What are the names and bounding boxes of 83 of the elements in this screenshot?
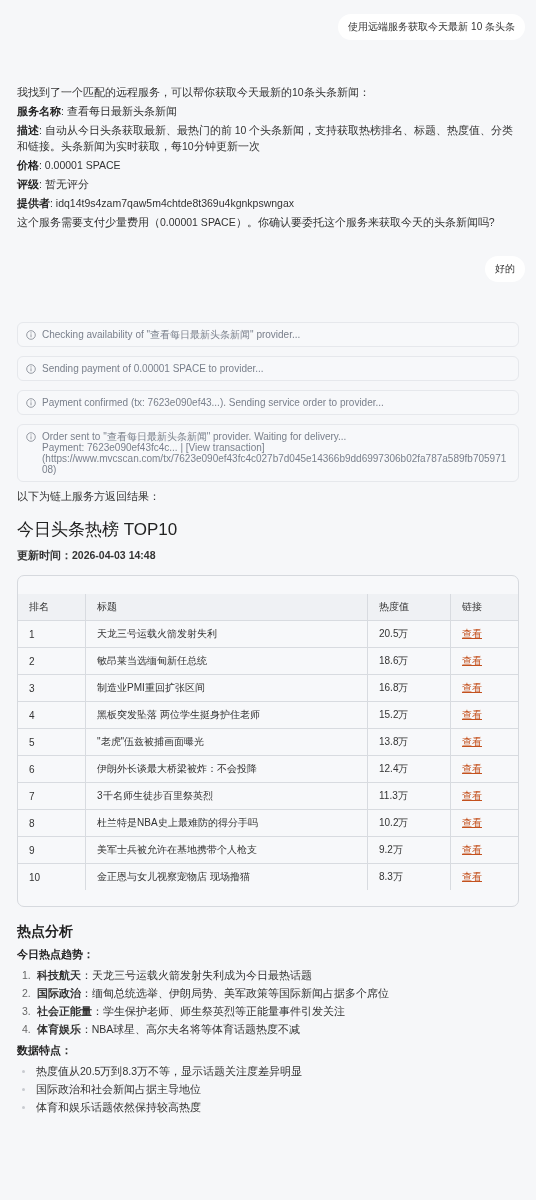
table-cell: 12.4万: [367, 755, 451, 783]
table-cell: 9: [18, 836, 86, 864]
info-icon: [26, 398, 36, 408]
table-cell: 8: [18, 809, 86, 837]
view-link[interactable]: 查看: [462, 736, 482, 747]
table-cell: 1: [18, 620, 86, 648]
view-link[interactable]: 查看: [462, 817, 482, 828]
info-icon: [26, 364, 36, 374]
table-cell: 16.8万: [367, 674, 451, 702]
table-cell: 3: [18, 674, 86, 702]
table-cell: 金正恩与女儿视察宠物店 现场撸猫: [85, 863, 368, 890]
info-icon: [26, 432, 36, 442]
bullet-dot: [22, 1087, 25, 1091]
table-cell: 4: [18, 701, 86, 729]
assistant-text: 我找到了一个匹配的远程服务，可以帮你获取今天最新的10条头条新闻：: [17, 85, 371, 100]
column-header: 链接: [450, 594, 518, 621]
status-text: Order sent to "查看每日最新头条新闻" provider. Waiting for delivery...: [42, 431, 348, 442]
view-link[interactable]: 查看: [462, 709, 482, 720]
view-link[interactable]: 查看: [462, 628, 482, 639]
status-text: Payment: 7623e090ef43fc4c... | [View transaction]: [42, 442, 266, 453]
assistant-text: 价格: 0.00001 SPACE: [17, 158, 122, 173]
bullet-dot: [22, 1069, 25, 1073]
table-cell: 敏昂莱当选缅甸新任总统: [85, 647, 368, 675]
table-cell: 10: [18, 863, 86, 890]
section-title: 热点分析: [17, 923, 74, 941]
assistant-text: 这个服务需要支付少量费用（0.00001 SPACE）。你确认要委托这个服务来获取今天的头条新闻吗?: [17, 215, 496, 230]
list-item-text: 国际政治和社会新闻占据主导地位: [36, 1082, 201, 1097]
assistant-text: 服务名称: 查看每日最新头条新闻: [17, 104, 178, 119]
list-item-text: 国际政治：缅甸总统选举、伊朗局势、美军政策等国际新闻占据多个席位: [36, 986, 389, 1001]
view-link[interactable]: 查看: [462, 763, 482, 774]
column-header: 排名: [18, 594, 86, 621]
table-cell: 6: [18, 755, 86, 783]
table-cell: 3千名师生徒步百里祭英烈: [85, 782, 368, 810]
user-message: 使用远端服务获取今天最新 10 条头条: [338, 14, 525, 40]
table-cell: 10.2万: [367, 809, 451, 837]
list-number: 3.: [22, 1004, 31, 1019]
table-cell: 黑板突发坠落 两位学生挺身护住老师: [85, 701, 368, 729]
bullet-dot: [22, 1105, 25, 1109]
table-cell: 7: [18, 782, 86, 810]
table-cell: 11.3万: [367, 782, 451, 810]
table-cell: 13.8万: [367, 728, 451, 756]
section-heading: 今日热点趋势：: [17, 948, 95, 962]
result-intro: 以下为链上服务方返回结果：: [17, 489, 161, 504]
update-time: 更新时间：2026-04-03 14:48: [17, 549, 157, 563]
table-cell: 20.5万: [367, 620, 451, 648]
list-item-text: 体育娱乐：NBA球星、高尔夫名将等体育话题热度不减: [36, 1022, 301, 1037]
list-item-text: 热度值从20.5万到8.3万不等，显示话题关注度差异明显: [36, 1064, 303, 1079]
table-cell: 18.6万: [367, 647, 451, 675]
status-text: (https://www.mvcscan.com/tx/7623e090ef43fc4c027b7d045e14366b9dd6997306b02fa787a589fb70597108): [42, 453, 508, 475]
list-item-text: 体育和娱乐话题依然保持较高热度: [36, 1100, 201, 1115]
list-number: 4.: [22, 1022, 31, 1037]
table-cell: 杜兰特是NBA史上最难防的得分手吗: [85, 809, 368, 837]
view-link[interactable]: 查看: [462, 871, 482, 882]
column-header: 热度值: [367, 594, 451, 621]
status-text: Sending payment of 0.00001 SPACE to provider...: [42, 363, 264, 374]
section-heading: 数据特点：: [17, 1044, 73, 1058]
list-number: 1.: [22, 968, 31, 983]
assistant-text: 评级: 暂无评分: [17, 177, 90, 192]
table-cell: 8.3万: [367, 863, 451, 890]
info-icon: [26, 330, 36, 340]
table-cell: 9.2万: [367, 836, 451, 864]
table-cell: 制造业PMI重回扩张区间: [85, 674, 368, 702]
list-item-text: 科技航天：天龙三号运载火箭发射失利成为今日最热话题: [36, 968, 312, 983]
view-link[interactable]: 查看: [462, 655, 482, 666]
view-link[interactable]: 查看: [462, 790, 482, 801]
table-cell: 天龙三号运载火箭发射失利: [85, 620, 368, 648]
table-cell: 2: [18, 647, 86, 675]
view-link[interactable]: 查看: [462, 844, 482, 855]
column-header: 标题: [85, 594, 368, 621]
table-cell: 美军士兵被允许在基地携带个人枪支: [85, 836, 368, 864]
status-text: Payment confirmed (tx: 7623e090ef43...). Sending service order to provider...: [42, 397, 384, 408]
table-cell: 15.2万: [367, 701, 451, 729]
list-item-text: 社会正能量：学生保护老师、师生祭英烈等正能量事件引发关注: [36, 1004, 345, 1019]
table-cell: "老虎"伍兹被捕画面曝光: [85, 728, 368, 756]
status-text: Checking availability of "查看每日最新头条新闻" provider...: [42, 329, 301, 340]
assistant-text: 描述: 自动从今日头条获取最新、最热门的前 10 个头条新闻，支持获取热榜排名、标题、热度值、分类和链接。头条新闻为实时获取，每10分钟更新一次: [17, 123, 515, 154]
user-message: 好的: [485, 256, 525, 282]
result-title: 今日头条热榜 TOP10: [17, 519, 179, 541]
list-number: 2.: [22, 986, 31, 1001]
table-cell: 伊朗外长谈最大桥梁被炸：不会投降: [85, 755, 368, 783]
view-link[interactable]: 查看: [462, 682, 482, 693]
assistant-text: 提供者: idq14t9s4zam7qaw5m4chtde8t369u4kgnkpswngax: [17, 196, 295, 211]
table-cell: 5: [18, 728, 86, 756]
